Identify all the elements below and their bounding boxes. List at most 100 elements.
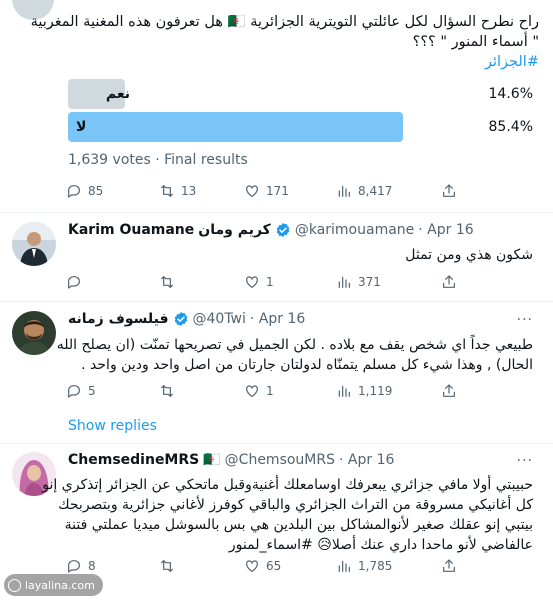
views-button[interactable]: 8,417 (336, 183, 392, 199)
hashtag-link[interactable]: #الجزائر (485, 52, 539, 72)
like-count: 1 (266, 275, 274, 289)
tweet-text-line: راح نطرح السؤال لكل عائلتي التويترية الج… (30, 14, 539, 30)
avatar-image (12, 222, 56, 266)
timestamp[interactable]: · Apr 16 (339, 452, 394, 468)
heart-icon (246, 276, 258, 288)
action-bar: 5 1 1,119 (66, 383, 466, 403)
poll-vote-count: 1,639 votes · Final results (68, 152, 248, 168)
divider (0, 443, 553, 444)
watermark-text: layalina.com (25, 578, 95, 592)
like-button[interactable]: 171 (244, 183, 289, 199)
views-icon (338, 385, 350, 397)
heart-icon (246, 385, 258, 397)
share-icon (443, 384, 455, 397)
like-count: 1 (266, 384, 274, 398)
like-button[interactable]: 65 (244, 558, 281, 574)
reply-icon (68, 560, 80, 573)
view-count: 1,785 (358, 559, 393, 573)
retweet-icon (161, 560, 173, 572)
poll-bar-no (68, 112, 403, 142)
views-button[interactable]: 1,785 (336, 558, 392, 574)
reply-header: Karim Ouamane كريم ومان @karimouamane · … (68, 222, 474, 238)
heart-icon (246, 185, 258, 197)
reply-text-line: حبيبتي أولا مافي جزائري يبعرفك اوسامعلك … (42, 477, 533, 493)
retweet-button[interactable] (159, 383, 181, 399)
display-name[interactable]: فيلسوف زمانه (68, 311, 169, 327)
reply-header: ChemsedineMRS 🇩🇿 @ChemsouMRS · Apr 16 (68, 452, 394, 468)
heart-icon (246, 560, 258, 572)
share-icon (443, 184, 455, 197)
reply-count: 8 (88, 559, 96, 573)
divider (0, 301, 553, 302)
verified-badge-icon (174, 312, 187, 326)
share-icon (443, 275, 455, 288)
share-button[interactable] (441, 183, 457, 199)
reply-text-line: طبيعي جداً اي شخص يقف مع بلاده . لكن الج… (56, 337, 533, 353)
views-button[interactable]: 371 (336, 274, 381, 290)
reply-button[interactable]: 8 (66, 558, 96, 574)
user-handle[interactable]: @40Twi (193, 311, 246, 327)
display-name[interactable]: ChemsedineMRS (68, 452, 199, 468)
reply-button[interactable] (66, 274, 88, 290)
action-bar: 8 65 1,785 (66, 558, 466, 578)
retweet-button[interactable]: 13 (159, 183, 196, 199)
more-options-button[interactable]: ··· (517, 312, 533, 328)
share-button[interactable] (441, 383, 457, 399)
retweet-button[interactable] (159, 274, 181, 290)
reply-icon (68, 276, 80, 289)
display-name-arabic[interactable]: كريم ومان (198, 222, 271, 238)
display-name[interactable]: Karim Ouamane (68, 222, 194, 238)
poll-percent: 85.4% (488, 119, 533, 135)
share-button[interactable] (441, 558, 457, 574)
like-button[interactable]: 1 (244, 274, 274, 290)
share-icon (443, 559, 455, 572)
reply-icon (68, 185, 80, 198)
view-count: 1,119 (358, 384, 393, 398)
reply-button[interactable]: 85 (66, 183, 103, 199)
user-handle[interactable]: @karimouamane (295, 222, 414, 238)
flag-emoji: 🇩🇿 (203, 452, 221, 468)
retweet-icon (161, 276, 173, 288)
action-bar: 1 371 (66, 274, 466, 294)
retweet-button[interactable] (159, 558, 181, 574)
watermark: layalina.com (4, 574, 103, 596)
poll-option-label: لا (76, 119, 87, 135)
show-replies-link[interactable]: Show replies (68, 418, 157, 434)
more-options-button[interactable]: ··· (517, 453, 533, 469)
like-count: 171 (266, 184, 289, 198)
like-button[interactable]: 1 (244, 383, 274, 399)
reply-icon (68, 385, 80, 398)
timestamp[interactable]: · Apr 16 (418, 222, 473, 238)
watermark-logo-icon (8, 578, 21, 592)
views-icon (338, 185, 350, 197)
poll-option-label: نعم (105, 86, 130, 102)
reply-text-line: شكون هذي ومن تمثل (405, 247, 533, 263)
avatar-image (12, 311, 56, 355)
verified-badge-icon (276, 223, 290, 237)
action-bar: 85 13 171 8,417 (66, 183, 466, 203)
views-icon (338, 276, 350, 288)
reply-text-line: عالفاضي لأنو ماحدا داري عنك أصلا😥 #اسماء… (228, 537, 533, 553)
share-button[interactable] (441, 274, 457, 290)
avatar[interactable] (12, 311, 56, 355)
view-count: 371 (358, 275, 381, 289)
poll-percent: 14.6% (488, 86, 533, 102)
reply-button[interactable]: 5 (66, 383, 96, 399)
view-count: 8,417 (358, 184, 393, 198)
divider (0, 212, 553, 213)
reply-header: فيلسوف زمانه @40Twi · Apr 16 (68, 311, 305, 327)
retweet-icon (161, 385, 173, 397)
user-handle[interactable]: @ChemsouMRS (225, 452, 335, 468)
timestamp[interactable]: · Apr 16 (250, 311, 305, 327)
tweet-text-line: " أسماء المنور " ؟؟؟ (412, 34, 539, 50)
views-button[interactable]: 1,119 (336, 383, 392, 399)
reply-text-line: كل أغانيكي مسروقة من التراث الجزائري وال… (58, 497, 533, 513)
reply-text-line: بيتبي إنو عقلك صغير لأنوالمشاكل بين البل… (64, 517, 533, 533)
reply-count: 85 (88, 184, 104, 198)
avatar[interactable] (12, 222, 56, 266)
views-icon (338, 560, 350, 572)
retweet-count: 13 (181, 184, 197, 198)
reply-text-line: الحال) , وهذا شيء كل مسلم يتمنّاه لدولتا… (81, 357, 533, 373)
retweet-icon (161, 185, 173, 197)
reply-count: 5 (88, 384, 96, 398)
